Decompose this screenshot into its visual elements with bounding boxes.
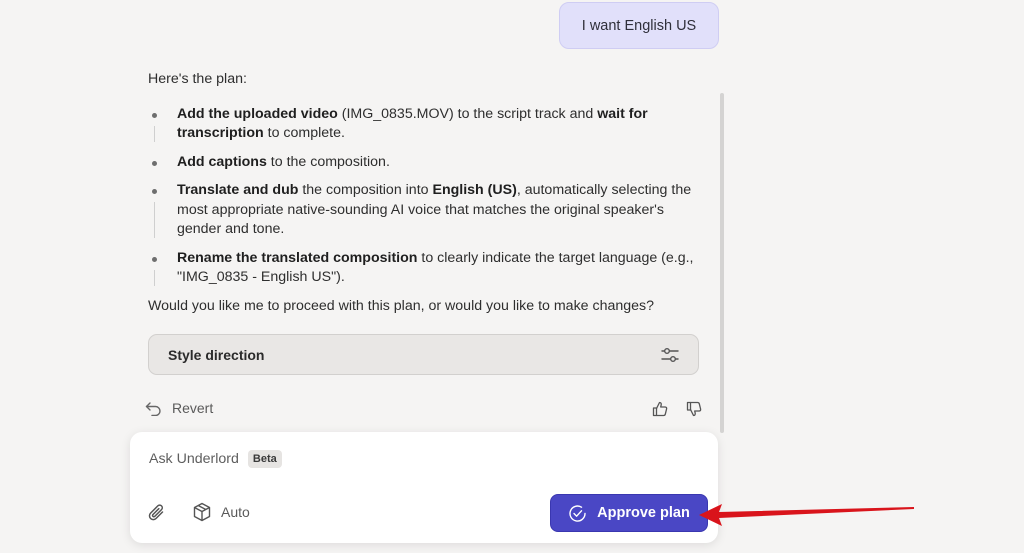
- bullet-dot: [152, 256, 157, 262]
- chat-scrollbar[interactable]: [720, 93, 724, 433]
- approve-plan-label: Approve plan: [597, 505, 690, 521]
- plan-item: Add captions to the composition.: [148, 153, 708, 173]
- thumbs-up-icon[interactable]: [652, 401, 668, 417]
- plan-item-emphasis: Add the uploaded video: [177, 105, 338, 122]
- plan-item-emphasis: Translate and dub: [177, 182, 299, 198]
- annotation-arrow: [696, 498, 918, 532]
- paperclip-icon[interactable]: [148, 503, 166, 523]
- bullet-rail: [154, 125, 155, 142]
- bullet-rail: [154, 269, 155, 286]
- undo-icon: [145, 401, 162, 416]
- ask-input[interactable]: Ask Underlord Beta: [149, 450, 282, 468]
- plan-list: Add the uploaded video (IMG_0835.MOV) to…: [148, 105, 708, 288]
- plan-item-emphasis: English (US): [432, 182, 517, 198]
- user-message-text: I want English US: [581, 17, 697, 34]
- beta-badge: Beta: [247, 450, 282, 468]
- mode-selector[interactable]: Auto: [192, 502, 250, 522]
- bullet-dot: [152, 160, 157, 166]
- mode-label: Auto: [221, 504, 250, 520]
- plan-item-emphasis: Rename the translated composition: [177, 249, 418, 266]
- user-message-bubble: I want English US: [559, 2, 719, 49]
- plan-item: Translate and dub the composition into E…: [148, 181, 708, 240]
- approve-plan-button[interactable]: Approve plan: [550, 494, 708, 532]
- bullet-dot: [152, 112, 157, 118]
- ask-input-placeholder: Ask Underlord: [149, 451, 239, 467]
- bullet-rail: [154, 202, 155, 238]
- sliders-icon: [660, 346, 680, 364]
- plan-item-text: to the composition.: [266, 153, 390, 170]
- revert-label: Revert: [172, 400, 214, 416]
- style-direction-label: Style direction: [168, 346, 265, 363]
- chat-composer: Ask Underlord Beta Auto Approve plan: [130, 432, 718, 543]
- plan-item: Add the uploaded video (IMG_0835.MOV) to…: [148, 105, 708, 144]
- plan-item: Rename the translated composition to cle…: [148, 249, 708, 288]
- style-direction-button[interactable]: Style direction: [148, 334, 699, 375]
- assistant-message: Here's the plan: Add the uploaded video …: [148, 70, 708, 316]
- revert-button[interactable]: Revert: [145, 400, 213, 416]
- plan-item-text: to complete.: [263, 125, 345, 141]
- plan-item-text: (IMG_0835.MOV) to the script track and: [337, 105, 598, 122]
- cube-icon: [192, 502, 212, 522]
- plan-question: Would you like me to proceed with this p…: [148, 297, 655, 314]
- bullet-dot: [152, 189, 157, 194]
- check-circle-icon: [568, 504, 587, 523]
- plan-item-emphasis: Add captions: [177, 153, 267, 170]
- plan-intro: Here's the plan:: [148, 71, 247, 87]
- thumbs-down-icon[interactable]: [686, 401, 702, 417]
- plan-item-text: the composition into: [298, 182, 433, 198]
